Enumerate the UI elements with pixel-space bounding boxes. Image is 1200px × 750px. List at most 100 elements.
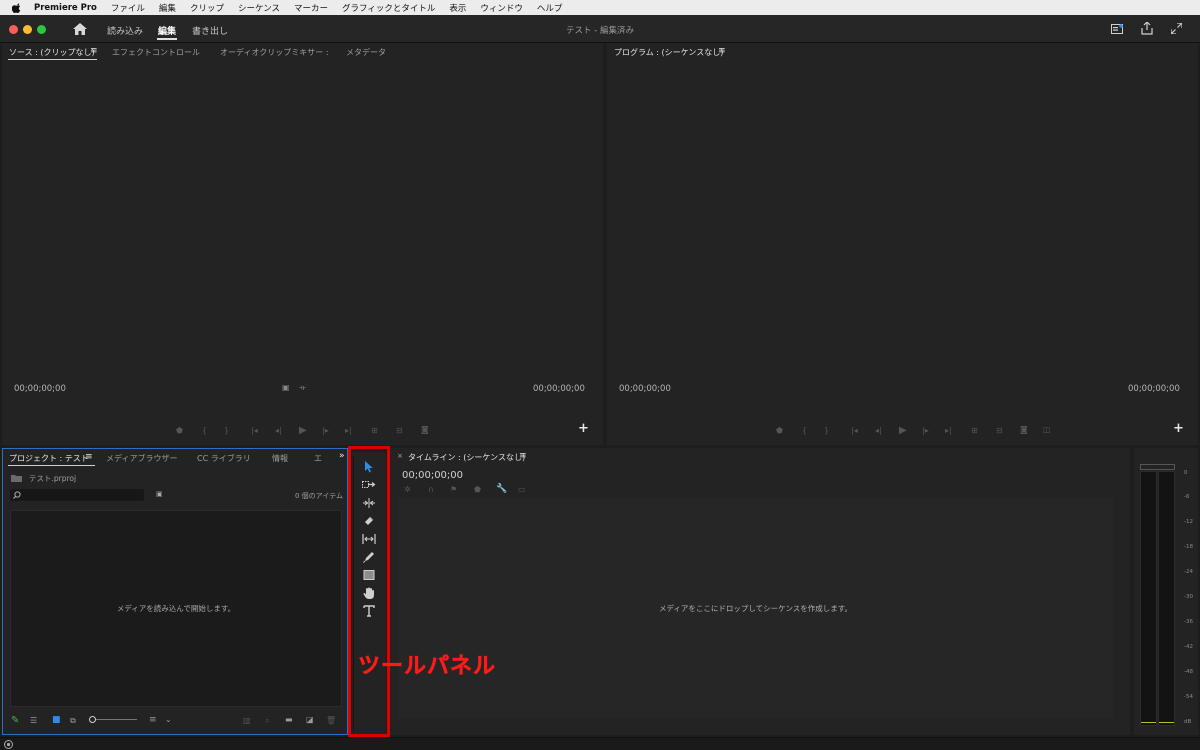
menu-marker[interactable]: マーカー [294,2,328,14]
sort-icons-icon[interactable]: ≡ [149,715,157,725]
menu-clip[interactable]: クリップ [190,2,224,14]
add-marker-icon[interactable]: ⬟ [776,426,783,435]
automate-to-sequence-icon[interactable]: ▥ [243,716,251,725]
go-to-in-icon[interactable]: |◂ [251,426,258,435]
document-title: テスト - 編集済み [566,26,634,36]
new-search-bin-icon[interactable]: ▣ [156,490,163,498]
export-frame-icon[interactable]: ◙ [1020,425,1028,434]
snap-magnet-icon[interactable]: ∩ [428,485,434,494]
program-monitor-panel: プログラム : (シーケンスなし) ≡ 00;00;00;00 00;00;00… [607,43,1198,445]
menu-help[interactable]: ヘルプ [537,2,563,14]
button-editor-plus-icon[interactable]: + [578,421,589,436]
step-forward-icon[interactable]: |▸ [322,426,329,435]
more-tabs-icon[interactable]: » [339,451,345,461]
tab-audio-clip-mixer[interactable]: オーディオクリップミキサー : [220,47,329,58]
menu-sequence[interactable]: シーケンス [238,2,280,14]
tab-project[interactable]: プロジェクト : テスト [9,453,89,464]
meter-channel-left [1140,471,1157,726]
step-back-icon[interactable]: ◂| [275,426,282,435]
meter-scale-label: -12 [1184,519,1193,525]
drag-audio-only-icon[interactable]: ⟛ [299,383,306,393]
play-icon[interactable]: ▶ [299,425,307,436]
panel-menu-icon[interactable]: ≡ [519,451,527,461]
tab-program[interactable]: プログラム : (シーケンスなし) [614,47,723,58]
meter-scale-label: -42 [1184,644,1193,650]
quick-export-icon[interactable] [1111,24,1123,34]
tools-panel-annotation-label: ツールパネル [358,654,497,680]
go-to-out-icon[interactable]: ▸| [345,426,352,435]
search-icon [13,491,21,499]
menu-graphics-titles[interactable]: グラフィックとタイトル [342,2,435,14]
share-icon[interactable] [1141,22,1153,35]
search-input[interactable] [10,489,144,501]
panel-menu-icon[interactable]: ≡ [90,46,98,56]
program-playhead-timecode[interactable]: 00;00;00;00 [619,384,671,394]
tab-cc-libraries[interactable]: CC ライブラリ [197,453,251,464]
add-marker-icon[interactable]: ⬟ [474,485,481,494]
drag-video-only-icon[interactable]: ▣ [282,383,290,392]
export-frame-icon[interactable]: ◙ [421,425,429,434]
comparison-view-icon[interactable]: ◫ [1043,425,1051,434]
mark-out-icon[interactable]: } [224,426,229,435]
tab-metadata[interactable]: メタデータ [346,47,386,58]
icon-view-icon[interactable]: ■ [52,715,61,725]
source-playhead-timecode[interactable]: 00;00;00;00 [14,384,66,394]
apple-logo-icon[interactable] [12,3,22,13]
timeline-playhead-timecode[interactable]: 00;00;00;00 [402,470,463,481]
list-view-icon[interactable]: ☰ [30,716,37,725]
tab-source[interactable]: ソース : (クリップなし) [9,47,95,58]
play-icon[interactable]: ▶ [899,425,907,436]
extract-icon[interactable]: ⊟ [996,426,1003,435]
meter-scale-label: -24 [1184,569,1193,575]
zoom-slider-handle[interactable] [89,716,96,723]
menu-view[interactable]: 表示 [449,2,466,14]
mark-in-icon[interactable]: { [202,426,207,435]
mark-out-icon[interactable]: } [824,426,829,435]
insert-icon[interactable]: ⊞ [371,426,378,435]
panel-menu-icon[interactable]: ≡ [718,46,726,56]
linked-selection-icon[interactable]: ⚑ [450,485,457,494]
lift-icon[interactable]: ⊞ [971,426,978,435]
menu-app-name[interactable]: Premiere Pro [34,3,97,13]
meter-level-left [1141,722,1156,723]
menu-window[interactable]: ウィンドウ [480,2,523,14]
zoom-slider[interactable] [92,719,137,720]
status-bar [0,737,1200,750]
step-forward-icon[interactable]: |▸ [922,426,929,435]
menu-edit[interactable]: 編集 [159,2,176,14]
tab-effects[interactable]: エ [314,453,322,464]
meter-peak-indicators[interactable] [1140,464,1175,470]
audio-meter-panel: 0 -6 -12 -18 -24 -30 -36 -42 -48 -54 dB [1134,448,1198,735]
menu-file[interactable]: ファイル [111,2,145,14]
go-to-in-icon[interactable]: |◂ [851,426,858,435]
go-to-out-icon[interactable]: ▸| [945,426,952,435]
fullscreen-icon[interactable] [1171,23,1182,34]
mark-in-icon[interactable]: { [802,426,807,435]
clear-icon[interactable]: 🗑 [326,716,336,725]
tab-effect-controls[interactable]: エフェクトコントロール [112,47,200,58]
timeline-drop-area[interactable]: メディアをここにドロップしてシーケンスを作成します。 [398,498,1113,718]
active-tab-indicator [8,465,95,466]
new-item-icon[interactable]: ◪ [306,715,314,724]
source-duration-timecode: 00;00;00;00 [533,384,585,394]
tab-timeline[interactable]: タイムライン : (シーケンスなし) [408,452,525,463]
tab-info[interactable]: 情報 [272,453,288,464]
step-back-icon[interactable]: ◂| [875,426,882,435]
close-tab-icon[interactable]: × [397,452,403,460]
overwrite-icon[interactable]: ⊟ [396,426,403,435]
captions-icon[interactable]: ▭ [518,485,526,494]
button-editor-plus-icon[interactable]: + [1173,421,1184,436]
panel-menu-icon[interactable]: ≡ [85,452,93,462]
project-drop-area[interactable]: メディアを読み込んで開始します。 [10,510,342,707]
write-protect-pencil-icon[interactable]: ✎ [11,715,19,726]
chevron-down-icon[interactable]: ⌄ [165,715,172,724]
freeform-view-icon[interactable]: ⧉ [70,716,76,726]
new-bin-icon[interactable]: ▬ [285,715,293,724]
nest-toggle-icon[interactable]: ✲ [404,485,411,494]
creative-cloud-icon[interactable] [4,740,13,749]
wrench-settings-icon[interactable]: 🔧 [496,484,507,494]
add-marker-icon[interactable]: ⬟ [176,426,183,435]
tab-media-browser[interactable]: メディアブラウザー [106,453,177,464]
meter-scale-label: -6 [1184,494,1190,500]
find-icon[interactable]: ⌕ [265,716,269,726]
